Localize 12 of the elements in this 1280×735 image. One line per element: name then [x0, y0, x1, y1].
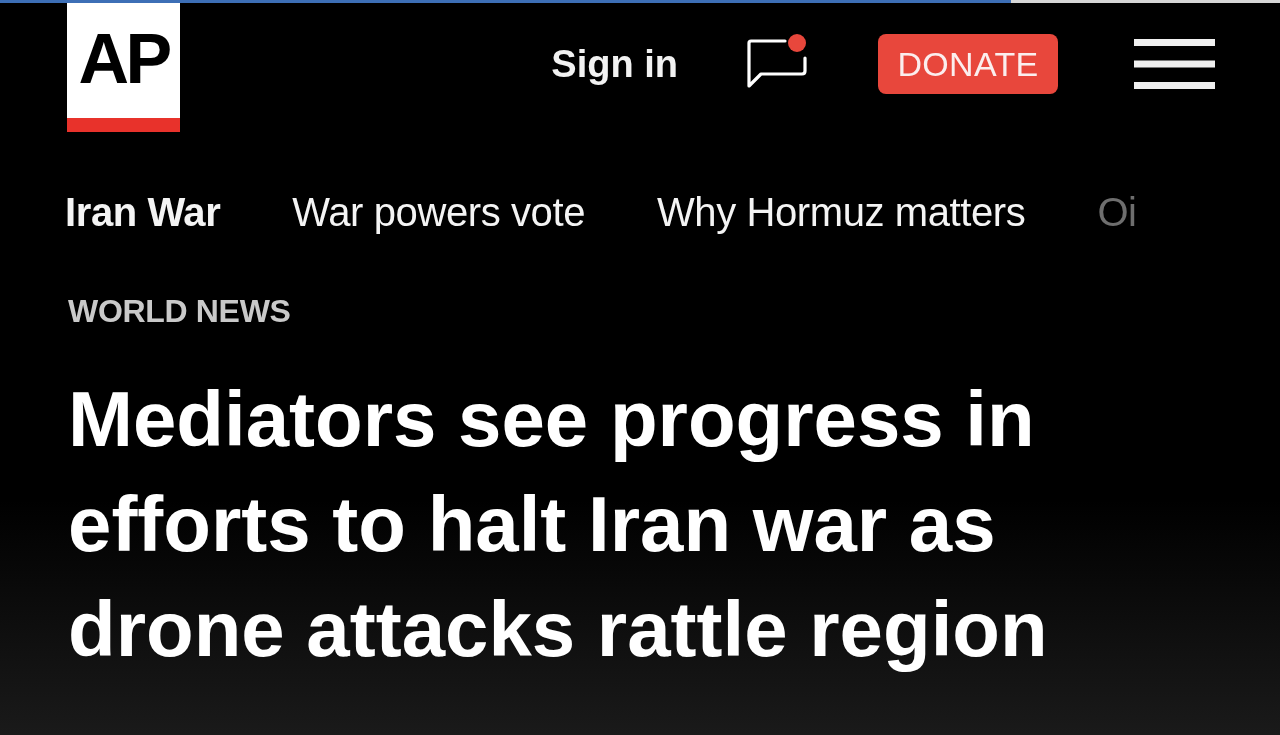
- topic-link[interactable]: Iran War: [65, 188, 221, 236]
- messages-button[interactable]: [744, 33, 808, 89]
- section-label: WORLD NEWS: [68, 292, 291, 331]
- topic-link[interactable]: Oi: [1097, 188, 1137, 236]
- headline: Mediators see progress in efforts to halt Iran war as drone attacks rattle region: [68, 374, 1049, 675]
- menu-button[interactable]: [1134, 39, 1215, 89]
- topic-link[interactable]: War powers vote: [292, 188, 585, 236]
- logo[interactable]: AP: [67, 3, 180, 132]
- topic-link[interactable]: Why Hormuz matters: [657, 188, 1026, 236]
- speech-bubble-icon: [747, 39, 807, 88]
- sign-in-link[interactable]: Sign in: [551, 45, 678, 83]
- menu-icon: [1134, 39, 1215, 89]
